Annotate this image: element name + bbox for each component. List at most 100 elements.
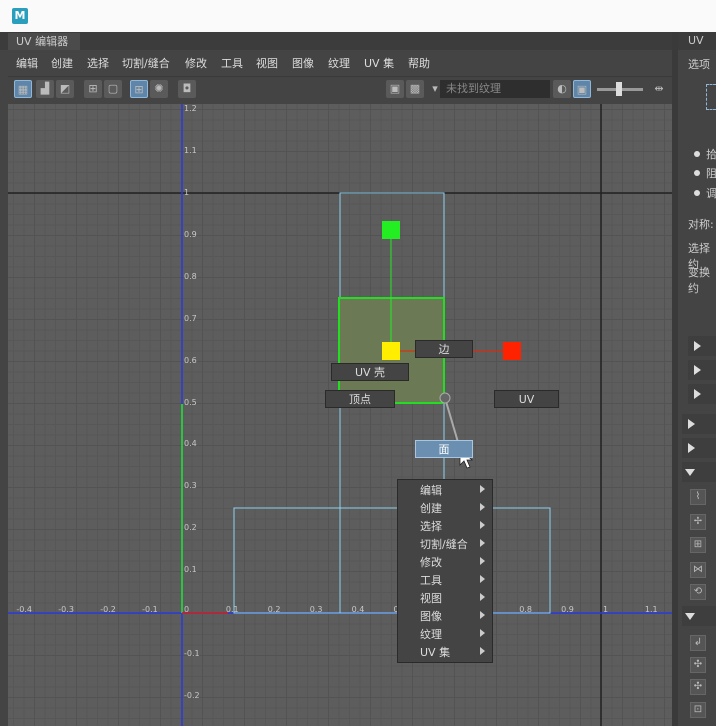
y-tick-label: 0.5 xyxy=(184,397,197,407)
uv-toolbar: ▦ ▟ ◩ ⊞ ▢ ⊞ ✺ ◘ ▣ ▩ ▾ ◐ ▣ ⇹ xyxy=(8,76,672,103)
uv-grid-toggle-icon[interactable]: ⊞ xyxy=(130,80,148,98)
section-collapsed-1[interactable] xyxy=(688,336,716,356)
brightness-slider-handle[interactable] xyxy=(616,82,622,96)
triangle-right-icon xyxy=(688,443,695,453)
manipulator-center-handle[interactable] xyxy=(382,342,400,360)
section-collapsed-5[interactable] xyxy=(682,438,716,458)
submenu-arrow-icon xyxy=(480,539,485,547)
expand-icon[interactable]: ⇹ xyxy=(650,80,668,98)
radio-pick-icon[interactable] xyxy=(694,151,700,157)
manipulator-v-handle[interactable] xyxy=(382,221,400,239)
context-item-label: 修改 xyxy=(420,556,442,569)
section-collapsed-2[interactable] xyxy=(688,360,716,380)
image-display-icon[interactable]: ▣ xyxy=(386,80,404,98)
image-toggle-icon[interactable]: ▣ xyxy=(573,80,591,98)
context-item-modify[interactable]: 修改 xyxy=(398,552,492,570)
menubar: 编辑 创建 选择 切割/缝合 修改 工具 视图 图像 纹理 UV 集 帮助 xyxy=(8,50,672,74)
x-tick-label: 0.1 xyxy=(225,605,239,614)
context-item-label: 编辑 xyxy=(420,484,442,497)
x-tick-label: 0.8 xyxy=(519,605,532,614)
submenu-arrow-icon xyxy=(480,611,485,619)
menu-edit[interactable]: 编辑 xyxy=(16,55,38,71)
exposure-icon[interactable]: ◐ xyxy=(553,80,571,98)
context-item-tools[interactable]: 工具 xyxy=(398,570,492,588)
toolkit-tool-icon-2[interactable]: ✢ xyxy=(690,514,706,530)
y-tick-label: 0.8 xyxy=(184,271,197,281)
menu-select[interactable]: 选择 xyxy=(87,55,109,71)
uv-viewport[interactable] xyxy=(8,104,672,726)
menu-image[interactable]: 图像 xyxy=(292,55,314,71)
toolkit-tool-icon-1[interactable]: ⌇ xyxy=(690,489,706,505)
context-item-edit[interactable]: 编辑 xyxy=(398,480,492,498)
camera-icon[interactable]: ◘ xyxy=(178,80,196,98)
y-tick-label: 0.1 xyxy=(184,565,197,575)
marking-menu-face[interactable]: 面 xyxy=(415,440,473,458)
checker-icon[interactable]: ▩ xyxy=(406,80,424,98)
window-titlebar: M xyxy=(0,0,716,32)
menu-cut-sew[interactable]: 切割/缝合 xyxy=(122,55,170,71)
marking-menu-uv-shell[interactable]: UV 壳 xyxy=(331,363,409,381)
marking-menu-edge[interactable]: 边 xyxy=(415,340,473,358)
y-tick-label: 0.3 xyxy=(184,481,197,491)
uv-canvas[interactable] xyxy=(8,104,672,726)
tab-uv-editor[interactable]: UV 编辑器 xyxy=(8,33,80,50)
frame-icon[interactable]: ▢ xyxy=(104,80,122,98)
grid-icon[interactable]: ⊞ xyxy=(84,80,102,98)
menu-create[interactable]: 创建 xyxy=(51,55,73,71)
pixel-snap-icon[interactable]: ✺ xyxy=(150,80,168,98)
context-item-cut-sew[interactable]: 切割/缝合 xyxy=(398,534,492,552)
x-tick-label: 0.4 xyxy=(351,605,365,614)
radio-adjust-icon[interactable] xyxy=(694,190,700,196)
y-tick-label: -0.1 xyxy=(184,648,200,658)
menu-help[interactable]: 帮助 xyxy=(408,55,430,71)
submenu-arrow-icon xyxy=(480,647,485,655)
stack-icon[interactable]: ▟ xyxy=(36,80,54,98)
submenu-arrow-icon xyxy=(480,629,485,637)
x-tick-label: 0.2 xyxy=(267,605,281,614)
selection-style-icon[interactable] xyxy=(706,84,716,110)
manipulator-u-handle[interactable] xyxy=(503,342,521,360)
context-item-view[interactable]: 视图 xyxy=(398,588,492,606)
context-item-select[interactable]: 选择 xyxy=(398,516,492,534)
context-item-label: UV 集 xyxy=(420,646,451,659)
context-item-label: 创建 xyxy=(420,502,442,515)
context-item-image[interactable]: 图像 xyxy=(398,606,492,624)
context-item-uv-set[interactable]: UV 集 xyxy=(398,642,492,660)
x-tick-label: -0.4 xyxy=(16,605,32,614)
triangle-right-icon xyxy=(688,419,695,429)
context-item-create[interactable]: 创建 xyxy=(398,498,492,516)
toolkit-tool-icon-4[interactable]: ⋈ xyxy=(690,562,706,578)
section-collapsed-3[interactable] xyxy=(688,384,716,404)
section-collapsed-4[interactable] xyxy=(682,414,716,434)
section-expanded-1[interactable] xyxy=(682,462,716,482)
menu-view[interactable]: 视图 xyxy=(256,55,278,71)
toolkit-tool-icon-8[interactable]: ✣ xyxy=(690,679,706,695)
texture-selector[interactable]: 未找到纹理 xyxy=(440,80,550,98)
menu-texture[interactable]: 纹理 xyxy=(328,55,350,71)
menu-modify[interactable]: 修改 xyxy=(185,55,207,71)
marking-menu-uv[interactable]: UV xyxy=(494,390,559,408)
toolkit-tool-icon-9[interactable]: ⊡ xyxy=(690,702,706,718)
layout-icon[interactable]: ◩ xyxy=(56,80,74,98)
uv-shell-outline-2[interactable] xyxy=(233,507,551,614)
x-tick-label: 0.9 xyxy=(561,605,574,614)
toolkit-tool-icon-6[interactable]: ↲ xyxy=(690,635,706,651)
toolkit-tool-icon-7[interactable]: ✣ xyxy=(690,657,706,673)
y-tick-label: 0.2 xyxy=(184,523,197,533)
toolkit-tool-icon-5[interactable]: ⟲ xyxy=(690,584,706,600)
section-expanded-2[interactable] xyxy=(682,606,716,626)
x-tick-label: -0.1 xyxy=(142,605,158,614)
radio-drag-icon[interactable] xyxy=(694,170,700,176)
menu-uv-set[interactable]: UV 集 xyxy=(364,55,394,71)
marking-menu-vertex[interactable]: 顶点 xyxy=(325,390,395,408)
context-item-texture[interactable]: 纹理 xyxy=(398,624,492,642)
submenu-arrow-icon xyxy=(480,503,485,511)
context-item-label: 图像 xyxy=(420,610,442,623)
menu-tools[interactable]: 工具 xyxy=(221,55,243,71)
toolkit-options-menu[interactable]: 选项 xyxy=(688,56,710,72)
toolkit-tool-icon-3[interactable]: ⊞ xyxy=(690,537,706,553)
transform-constraint-label: 变换约 xyxy=(688,266,710,295)
uv-shell-select-icon[interactable]: ▦ xyxy=(14,80,32,98)
y-tick-label: 0.7 xyxy=(184,313,197,323)
context-menu: 编辑 创建 选择 切割/缝合 修改 工具 视图 图像 纹理 UV 集 xyxy=(397,479,493,663)
